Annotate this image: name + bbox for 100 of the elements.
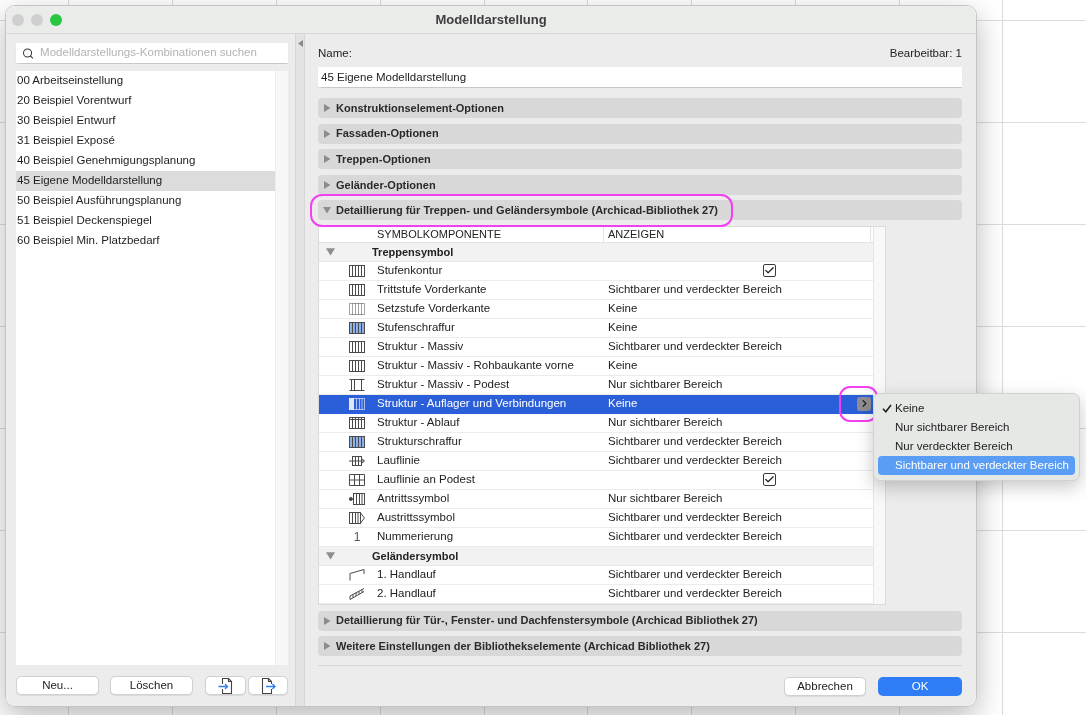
table-cell-text: Keine [608,301,638,317]
hatched-rail-icon [349,587,365,600]
section-header[interactable]: Geländer-Optionen [318,174,962,195]
stair-grid-icon [349,340,365,353]
triangle-right-icon[interactable] [323,616,331,625]
table-cell: Struktur - Massiv - Podest [377,378,510,391]
table-cell: Setzstufe Vorderkante [377,302,491,315]
list-item[interactable]: 51 Beispiel Deckenspiegel [16,211,275,231]
triangle-right-icon[interactable] [323,180,331,189]
collapse-triangle-icon[interactable] [297,40,303,47]
filled-grid-icon [349,435,365,448]
column-header[interactable]: ANZEIGEN [608,226,665,243]
table-cell-text: Keine [608,396,638,412]
triangle-right-icon[interactable] [323,129,331,138]
triangle-right-icon[interactable] [323,104,331,112]
table-cell-text: Sichtbarer und verdeckter Bereich [608,453,782,469]
group-label: Geländersymbol [372,548,459,564]
menu-item[interactable]: Nur sichtbarer Bereich [878,417,1075,437]
filled-grid-icon [349,321,365,334]
search-field[interactable]: Modelldarstellungs-Kombinationen suchen [16,43,288,63]
list-item[interactable]: 40 Beispiel Genehmigungsplanung [16,151,275,171]
section-header[interactable]: Detaillierung für Treppen- und Geländersymbole (Archicad-Bibliothek 27) [318,200,962,221]
table-cell: Nummerierung [377,530,454,543]
list-item[interactable]: 45 Eigene Modelldarstellung [16,171,275,191]
table-cell-text: Sichtbarer und verdeckter Bereich [608,529,782,545]
popup-button[interactable] [857,396,871,411]
table-cell-text: Sichtbarer und verdeckter Bereich [608,434,782,450]
dark-edge-grid-icon [349,397,365,410]
table-cell-text: Nur sichtbarer Bereich [608,377,723,393]
section-header[interactable]: Konstruktionselement-Optionen [318,98,962,118]
triangle-down-icon[interactable] [323,206,331,215]
list-item[interactable]: 60 Beispiel Min. Platzbedarf [16,231,275,251]
zoom-icon[interactable] [50,14,62,26]
field-label: Name: [318,45,352,61]
list-item[interactable]: 30 Beispiel Entwurf [16,111,275,131]
scrollbar-track[interactable] [275,71,288,665]
menu-item[interactable]: Nur verdeckter Bereich [878,436,1075,456]
table-cell: 1. Handlauf [377,568,436,581]
table-cell: Stufenschraffur [377,321,455,334]
table-cell: Struktur - Auflager und Verbindungen [377,397,567,410]
table-cell-text: Nur sichtbarer Bereich [608,415,723,431]
table-cell: Stufenkontur [377,264,443,277]
document-arrow-in-icon [217,677,234,694]
table-cell: 2. Handlauf [377,587,436,600]
section-header[interactable]: Treppen-Optionen [318,149,962,170]
table-cell: Antrittssymbol [377,492,450,505]
menu-item[interactable]: Keine [878,398,1075,418]
table-cell: Strukturschraffur [377,435,462,448]
section-header[interactable]: Fassaden-Optionen [318,123,962,144]
table-cell-text: Sichtbarer und verdeckter Bereich [608,510,782,526]
import-button[interactable] [205,676,246,695]
table-cell: Struktur - Ablauf [377,416,460,429]
list-item[interactable]: 20 Beispiel Vorentwurf [16,91,275,111]
window-title: Modelldarstellung [435,10,547,29]
dialog-button[interactable]: Abbrechen [784,677,866,696]
list-item[interactable]: 00 Arbeitseinstellung [16,71,275,91]
table-cell-text: Sichtbarer und verdeckter Bereich [608,339,782,355]
section-header[interactable]: Weitere Einstellungen der Bibliothekselemente (Archicad Bibliothek 27) [318,636,962,657]
dialog-button[interactable]: OK [878,677,962,696]
editable-count: Bearbeitbar: 1 [889,45,962,61]
checkbox[interactable] [763,473,776,487]
dot-grid-icon [349,492,365,505]
action-button[interactable]: Neu... [16,676,99,695]
document-arrow-out-icon [260,677,276,694]
name-field[interactable]: 45 Eigene Modelldarstellung [318,67,962,87]
search-icon [22,46,35,60]
table-cell-text: Keine [608,320,638,336]
list-item[interactable]: 31 Beispiel Exposé [16,131,275,151]
table-cell: Trittstufe Vorderkante [377,283,487,296]
table-cell: Austrittssymbol [377,511,455,524]
minimize-icon[interactable] [31,14,43,26]
chevron-grid-icon [349,511,365,524]
stair-grid-icon [349,264,365,277]
triangle-right-icon[interactable] [323,155,331,164]
arrow-grid-icon [349,454,365,467]
table-cell: Lauflinie [377,454,420,467]
section-header[interactable]: Detaillierung für Tür-, Fenster- und Dachfenstersymbole (Archicad Bibliothek 27) [318,610,962,631]
table-cell-text: Sichtbarer und verdeckter Bereich [608,586,782,602]
triangle-down-icon[interactable] [325,551,335,561]
table-cell-text: Sichtbarer und verdeckter Bereich [608,567,782,583]
close-icon[interactable] [12,14,24,26]
group-label: Treppensymbol [372,244,454,260]
bent-line-icon [349,568,365,581]
table-cell-text: Nur sichtbarer Bereich [608,491,723,507]
checkbox[interactable] [763,264,776,278]
list-item[interactable]: 50 Beispiel Ausführungsplanung [16,191,275,211]
column-header[interactable]: SYMBOLKOMPONENTE [377,226,502,243]
triangle-down-icon[interactable] [325,247,335,257]
split-grid-icon [349,473,365,486]
table-cell-text: Keine [608,358,638,374]
top-bar-grid-icon [349,416,365,429]
triangle-right-icon[interactable] [323,642,331,651]
export-button[interactable] [248,676,288,695]
landing-outline-icon [349,378,365,391]
dotted-grid-icon [349,302,365,315]
table-cell-text: Sichtbarer und verdeckter Bereich [608,282,782,298]
table-cell: Struktur - Massiv - Rohbaukante vorne [377,359,574,372]
action-button[interactable]: Löschen [110,676,193,695]
table-cell: Struktur - Massiv [377,340,464,353]
number-symbol: 1 [353,530,361,543]
